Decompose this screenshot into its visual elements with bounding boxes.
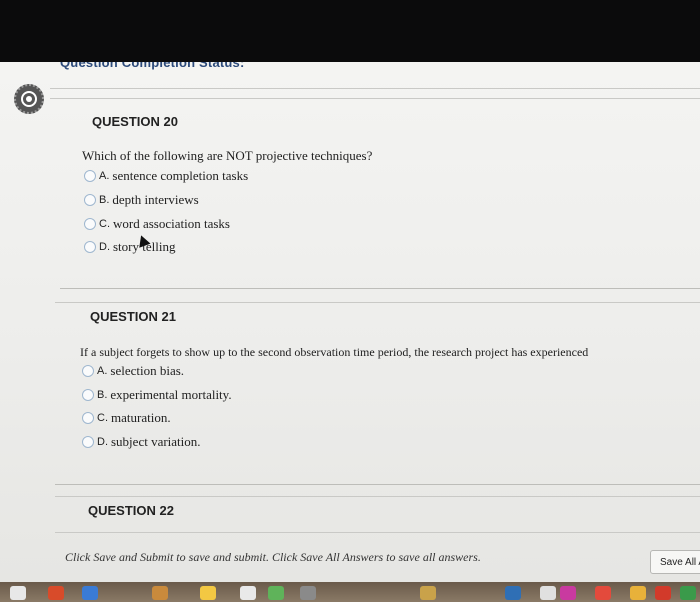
radio-button[interactable] [84,218,96,230]
dock-app-icon[interactable] [82,586,98,600]
radio-button[interactable] [84,170,96,182]
option-letter: D. [99,241,110,253]
question-20-text: Which of the following are NOT projectiv… [82,148,373,163]
dock-app-icon[interactable] [630,586,646,600]
question-21-option-c[interactable]: C. maturation. [82,410,171,426]
option-letter: C. [97,412,108,424]
divider [55,302,700,303]
browser-page: Question Completion Status: QUESTION 20 … [0,62,700,582]
dock-app-icon[interactable] [10,586,26,600]
option-letter: B. [99,194,110,206]
option-letter: B. [97,389,108,401]
dock-app-icon[interactable] [200,586,216,600]
save-instructions: Click Save and Submit to save and submit… [65,550,481,564]
dock-app-icon[interactable] [505,586,521,600]
option-text: word association tasks [113,216,230,231]
question-21-option-d[interactable]: D. subject variation. [82,434,201,450]
dock-app-icon[interactable] [152,586,168,600]
dock-app-icon[interactable] [300,586,316,600]
dock-app-icon[interactable] [680,586,696,600]
divider [60,288,700,289]
divider [55,484,700,485]
dock-app-icon[interactable] [268,586,284,600]
dock-app-icon[interactable] [420,586,436,600]
option-text: selection bias. [110,363,185,378]
option-letter: A. [99,170,110,182]
question-21-text: If a subject forgets to show up to the s… [80,345,589,359]
question-20-title: QUESTION 20 [92,114,178,129]
save-all-answers-button[interactable]: Save All Answers [650,550,700,574]
divider [50,98,700,99]
question-21-title: QUESTION 21 [90,309,176,324]
question-20-option-d[interactable]: D. story telling [84,239,175,255]
radio-button[interactable] [84,241,96,253]
question-completion-status: Question Completion Status: [60,62,245,70]
completion-status-icon[interactable] [14,84,44,114]
question-20-option-a[interactable]: A. sentence completion tasks [84,168,248,184]
radio-button[interactable] [82,389,94,401]
divider [55,496,700,497]
dock-app-icon[interactable] [48,586,64,600]
dock-app-icon[interactable] [240,586,256,600]
radio-button[interactable] [84,194,96,206]
divider [50,88,700,89]
option-text: maturation. [111,410,171,425]
taskbar-dock [0,582,700,602]
option-text: depth interviews [112,192,199,207]
option-text: experimental mortality. [110,387,232,402]
option-text: sentence completion tasks [112,168,249,183]
dock-app-icon[interactable] [595,586,611,600]
question-21-option-b[interactable]: B. experimental mortality. [82,387,232,403]
radio-button[interactable] [82,436,94,448]
dock-app-icon[interactable] [540,586,556,600]
question-20-option-c[interactable]: C. word association tasks [84,216,230,232]
option-text: subject variation. [111,434,201,449]
option-letter: C. [99,218,110,230]
radio-button[interactable] [82,365,94,377]
question-21-option-a[interactable]: A. selection bias. [82,363,184,379]
option-letter: A. [97,365,108,377]
dock-app-icon[interactable] [655,586,671,600]
question-20-option-b[interactable]: B. depth interviews [84,192,199,208]
divider [55,532,700,533]
radio-button[interactable] [82,412,94,424]
dock-app-icon[interactable] [560,586,576,600]
question-22-title: QUESTION 22 [88,503,174,518]
option-letter: D. [97,436,108,448]
